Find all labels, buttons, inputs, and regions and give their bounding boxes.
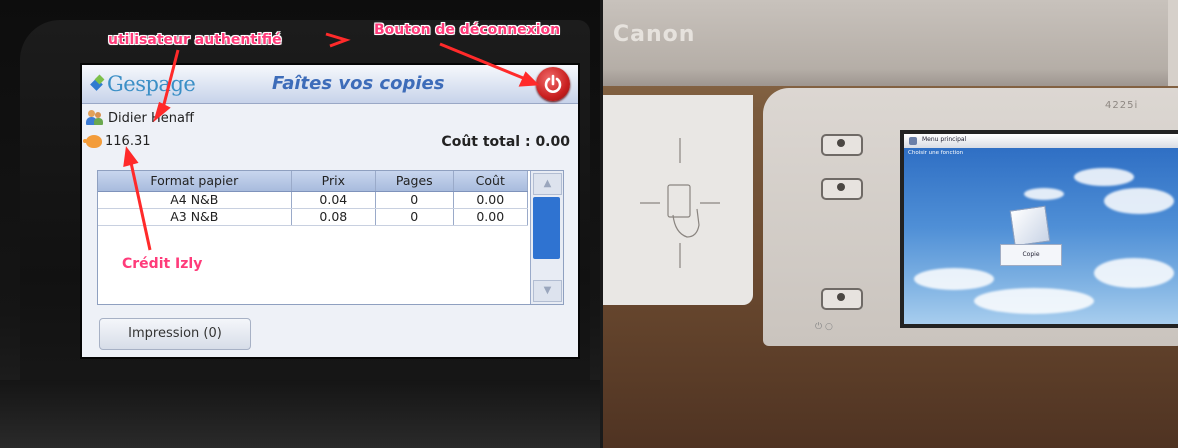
card-reader[interactable] xyxy=(603,95,753,305)
copier-model: 4225i xyxy=(1105,100,1139,111)
annotation-arrows xyxy=(123,32,540,251)
arrow-user xyxy=(160,49,180,113)
arrow-credit xyxy=(128,157,152,251)
canon-screen-subtitle: Choisir une fonction xyxy=(908,150,964,156)
arrow-chevron xyxy=(325,32,351,48)
copy-label: Copie xyxy=(1000,244,1062,266)
user-hardware-button[interactable] xyxy=(821,178,863,200)
control-panel: 4225i ⏻ ○ Menu principal Choisir une fon… xyxy=(763,88,1178,346)
cloud xyxy=(1104,188,1174,214)
annotation-credit: Crédit Izly xyxy=(122,256,203,272)
canon-screen-titlebar: Menu principal xyxy=(904,134,1178,148)
home-hardware-button[interactable] xyxy=(821,134,863,156)
annotation-logout-button: Bouton de déconnexion xyxy=(374,22,561,38)
arrow-logout xyxy=(439,42,529,82)
cloud xyxy=(914,268,994,290)
menu-icon xyxy=(909,137,917,145)
copy-icon xyxy=(1009,205,1051,247)
canon-copier-photo: Canon 4225i ⏻ ○ Menu principal Choisir u… xyxy=(603,0,1178,448)
canon-touchscreen: Menu principal Choisir une fonction Copi… xyxy=(900,130,1178,328)
copier-side xyxy=(1168,0,1178,86)
cloud xyxy=(974,288,1094,314)
copier-top: Canon xyxy=(603,0,1178,86)
copier-brand: Canon xyxy=(613,22,696,47)
copy-function-tile[interactable]: Copie xyxy=(1000,205,1062,270)
cloud xyxy=(1024,188,1064,200)
power-indicator-icon: ⏻ ○ xyxy=(815,322,833,332)
annotation-authenticated-user: utilisateur authentifié xyxy=(108,32,282,48)
canon-screen-background: Choisir une fonction Copie xyxy=(904,148,1178,324)
card-reader-icon xyxy=(640,138,720,268)
cloud xyxy=(1094,258,1174,288)
canon-screen-title: Menu principal xyxy=(922,136,967,143)
start-hardware-button[interactable] xyxy=(821,288,863,310)
gespage-terminal-photo: Gespage Faîtes vos copies Didier Henaff … xyxy=(0,0,600,448)
cloud xyxy=(1074,168,1134,186)
